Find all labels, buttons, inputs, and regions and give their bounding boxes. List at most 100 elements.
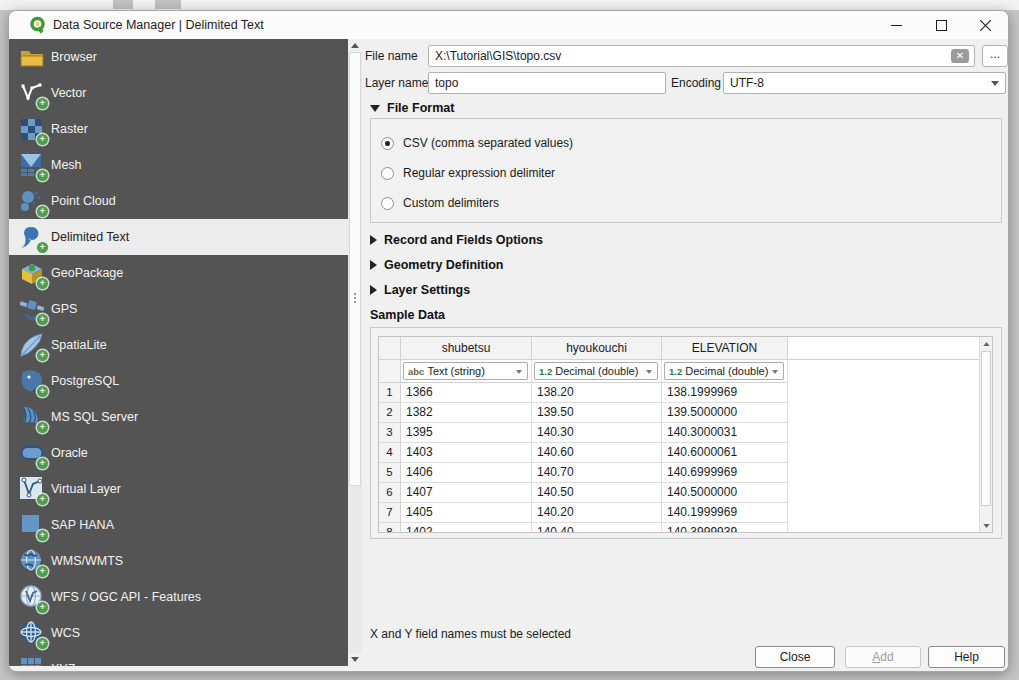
table-cell: 138.1999969 (662, 383, 788, 403)
table-row[interactable]: 2 1382 139.50 139.5000000 (379, 403, 992, 423)
radio-icon[interactable] (381, 197, 394, 210)
scroll-down-icon[interactable] (980, 519, 992, 532)
window-title: Data Source Manager | Delimited Text (53, 11, 264, 39)
table-row[interactable]: 5 1406 140.70 140.6999969 (379, 463, 992, 483)
table-body: 1 1366 138.20 138.1999969 2 1382 139.50 … (379, 383, 992, 533)
layer-name-input[interactable]: topo (428, 72, 666, 94)
record-fields-section-header[interactable]: Record and Fields Options (370, 233, 543, 247)
scrollbar-thumb[interactable] (349, 52, 361, 486)
help-button[interactable]: Help (928, 646, 1005, 668)
clear-input-icon[interactable]: ✕ (951, 49, 969, 63)
table-cell: 140.6999969 (662, 463, 788, 483)
radio-icon[interactable] (381, 167, 394, 180)
sidebar-item-wms-wmts[interactable]: + WMS/WMTS (9, 543, 348, 579)
sidebar-item-geopackage[interactable]: + GeoPackage (9, 255, 348, 291)
scroll-up-icon[interactable] (348, 39, 362, 52)
row-number-cell: 8 (379, 523, 401, 533)
radio-option-regular-expression-delimiter[interactable]: Regular expression delimiter (381, 163, 555, 183)
sidebar-item-virtual-layer[interactable]: + Virtual Layer (9, 471, 348, 507)
sidebar-item-browser[interactable]: Browser (9, 39, 348, 75)
row-number-cell: 6 (379, 483, 401, 503)
row-number-cell: 4 (379, 443, 401, 463)
file-format-section-header[interactable]: File Format (370, 101, 454, 115)
radio-label: CSV (comma separated values) (403, 136, 573, 150)
close-button[interactable]: Close (755, 646, 835, 668)
sidebar-item-point-cloud[interactable]: + Point Cloud (9, 183, 348, 219)
sidebar-item-label: Vector (51, 86, 86, 100)
table-row[interactable]: 7 1405 140.20 140.1999969 (379, 503, 992, 523)
table-scrollbar[interactable] (979, 337, 992, 532)
sap-hana-icon: + (19, 512, 45, 538)
table-corner-cell (379, 337, 401, 360)
plus-badge-icon: + (37, 134, 48, 145)
maximize-button[interactable] (919, 11, 964, 39)
plus-badge-icon: + (37, 422, 48, 433)
row-number-cell: 5 (379, 463, 401, 483)
sample-data-groupbox: shubetsu hyoukouchi ELEVATION abcText (s… (370, 327, 1002, 539)
sidebar-item-label: Oracle (51, 446, 88, 460)
field-type-combobox[interactable]: 1.2Decimal (double) (534, 362, 658, 380)
table-cell: 140.70 (532, 463, 662, 483)
sidebar-item-gps[interactable]: + GPS (9, 291, 348, 327)
table-row[interactable]: 3 1395 140.30 140.3000031 (379, 423, 992, 443)
table-cell: 1405 (401, 503, 532, 523)
browser-icon (19, 44, 45, 70)
column-header[interactable]: shubetsu (401, 337, 532, 360)
sidebar-item-delimited-text[interactable]: + Delimited Text (9, 219, 348, 255)
table-cell: 1402 (401, 523, 532, 533)
mssql-icon: + (19, 404, 45, 430)
file-name-input[interactable]: X:\Tutorial\GIS\topo.csv ✕ (428, 45, 975, 67)
layer-settings-section-header[interactable]: Layer Settings (370, 283, 470, 297)
sidebar-item-wcs[interactable]: + WCS (9, 615, 348, 651)
table-row[interactable]: 8 1402 140.40 140.3999939 (379, 523, 992, 533)
sidebar-item-raster[interactable]: + Raster (9, 111, 348, 147)
table-cell: 1395 (401, 423, 532, 443)
sidebar-item-ms-sql-server[interactable]: + MS SQL Server (9, 399, 348, 435)
sidebar-item-spatialite[interactable]: + SpatiaLite (9, 327, 348, 363)
radio-option-custom-delimiters[interactable]: Custom delimiters (381, 193, 499, 213)
add-button[interactable]: Add (845, 646, 921, 668)
source-type-list: Browser + Vector + Raster + Mesh + Point… (9, 39, 348, 666)
scrollbar-thumb[interactable] (981, 351, 991, 506)
dialog-scrollbar[interactable] (348, 39, 362, 666)
plus-badge-icon: + (37, 494, 48, 505)
close-window-button[interactable] (963, 11, 1008, 39)
sidebar-item-sap-hana[interactable]: + SAP HANA (9, 507, 348, 543)
radio-option-csv-comma-separated-values[interactable]: CSV (comma separated values) (381, 133, 573, 153)
table-cell: 140.3999939 (662, 523, 788, 533)
table-cell: 140.30 (532, 423, 662, 443)
sidebar-item-postgresql[interactable]: + PostgreSQL (9, 363, 348, 399)
column-header[interactable]: ELEVATION (662, 337, 788, 360)
column-header[interactable]: hyoukouchi (532, 337, 662, 360)
plus-badge-icon: + (37, 98, 48, 109)
table-row[interactable]: 1 1366 138.20 138.1999969 (379, 383, 992, 403)
table-row[interactable]: 4 1403 140.60 140.6000061 (379, 443, 992, 463)
collapse-triangle-icon (370, 105, 380, 112)
status-message: X and Y field names must be selected (370, 627, 571, 641)
minimize-button[interactable] (874, 11, 919, 39)
plus-badge-icon: + (37, 278, 48, 289)
sidebar-item-oracle[interactable]: + Oracle (9, 435, 348, 471)
sidebar-item-mesh[interactable]: + Mesh (9, 147, 348, 183)
expand-triangle-icon (370, 285, 377, 295)
sidebar-item-wfs-ogc-api-features[interactable]: + WFS / OGC API - Features (9, 579, 348, 615)
postgresql-icon: + (19, 368, 45, 394)
sidebar-item-vector[interactable]: + Vector (9, 75, 348, 111)
sidebar-item-label: Browser (51, 50, 97, 64)
scroll-up-icon[interactable] (980, 337, 992, 350)
scroll-down-icon[interactable] (348, 653, 362, 666)
file-format-groupbox: CSV (comma separated values) Regular exp… (370, 118, 1002, 223)
wms-icon: + (19, 548, 45, 574)
encoding-label: Encoding (671, 72, 721, 94)
sidebar-item-label: Virtual Layer (51, 482, 121, 496)
radio-icon[interactable] (381, 137, 394, 150)
spatialite-icon: + (19, 332, 45, 358)
field-type-combobox[interactable]: 1.2Decimal (double) (664, 362, 784, 380)
encoding-combobox[interactable]: UTF-8 (723, 72, 1006, 94)
browse-button[interactable]: ... (982, 45, 1008, 67)
sidebar-item-xyz[interactable]: + XYZ (9, 651, 348, 666)
table-row[interactable]: 6 1407 140.50 140.5000000 (379, 483, 992, 503)
field-type-combobox[interactable]: abcText (string) (403, 362, 528, 380)
row-number-cell: 3 (379, 423, 401, 443)
geometry-definition-section-header[interactable]: Geometry Definition (370, 258, 503, 272)
